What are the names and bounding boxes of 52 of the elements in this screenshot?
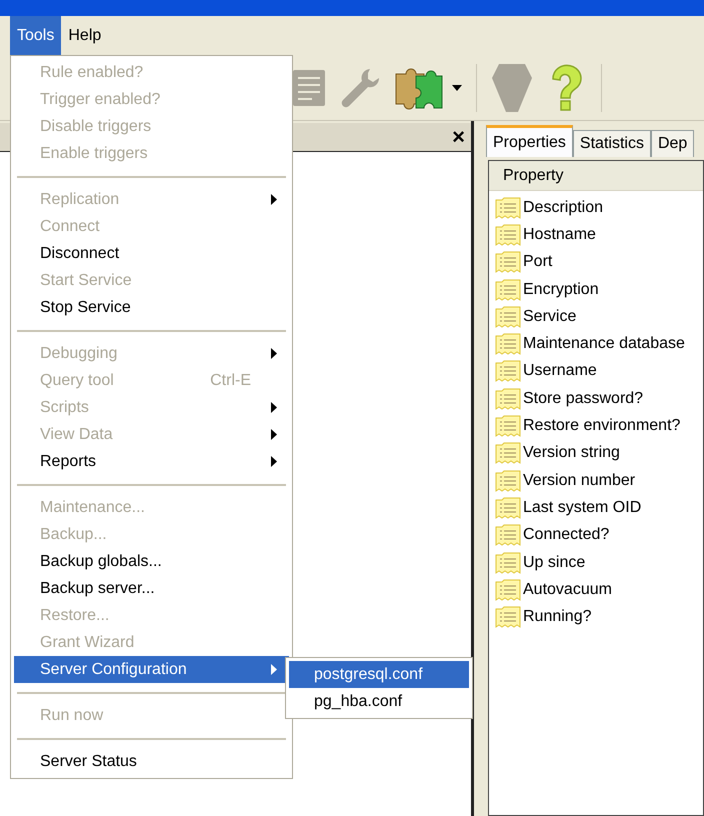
property-name[interactable]: Autovacuum xyxy=(523,578,612,602)
property-icon xyxy=(495,552,521,574)
property-icon xyxy=(495,251,521,274)
menu-item[interactable]: Server Status xyxy=(14,748,289,775)
property-name[interactable]: Hostname xyxy=(523,222,596,247)
dropdown-caret-icon[interactable] xyxy=(452,84,462,90)
property-icon xyxy=(495,470,521,492)
property-icon xyxy=(495,606,521,628)
menu-item[interactable]: Reports xyxy=(14,448,289,475)
document-icon[interactable] xyxy=(292,68,326,108)
property-name[interactable]: Up since xyxy=(523,550,586,574)
close-button[interactable]: × xyxy=(452,126,465,148)
menu-bar-item[interactable]: Tools xyxy=(10,16,62,55)
property-icon xyxy=(495,524,521,546)
tab[interactable]: Dep xyxy=(650,130,694,157)
property-icon xyxy=(495,196,521,219)
submenu-item[interactable]: pg_hba.conf xyxy=(289,688,469,715)
property-icon xyxy=(495,278,521,301)
property-name[interactable]: Running? xyxy=(523,605,592,630)
property-name[interactable]: Last system OID xyxy=(523,496,642,520)
tab[interactable]: Statistics xyxy=(572,130,651,157)
property-name[interactable]: Username xyxy=(523,359,597,384)
property-name[interactable]: Restore environment? xyxy=(523,414,680,438)
property-name[interactable]: Description xyxy=(523,196,604,220)
property-name[interactable]: Store password? xyxy=(523,386,644,411)
menu-item[interactable]: Server Configuration xyxy=(14,656,289,683)
property-icon xyxy=(495,333,521,356)
menu-item[interactable]: Stop Service xyxy=(14,294,289,321)
property-icon xyxy=(495,415,521,438)
property-name[interactable]: Encryption xyxy=(523,278,599,302)
menu-bar-item[interactable]: Help xyxy=(61,16,108,55)
property-icon xyxy=(495,388,521,410)
property-icon xyxy=(495,224,521,246)
menu-item[interactable]: Disconnect xyxy=(14,240,289,267)
property-icon xyxy=(495,360,521,382)
submenu-item[interactable]: postgresql.conf xyxy=(289,661,469,688)
property-name[interactable]: Service xyxy=(523,304,576,329)
tab[interactable]: Properties xyxy=(486,125,573,157)
property-icon xyxy=(495,578,521,601)
property-icon xyxy=(495,496,521,519)
menu-item[interactable]: Backup server... xyxy=(14,575,289,602)
property-name[interactable]: Version string xyxy=(523,441,620,466)
puzzle-icon[interactable] xyxy=(394,66,444,110)
property-icon xyxy=(495,306,521,328)
menu-item[interactable]: Backup globals... xyxy=(14,548,289,575)
property-icon xyxy=(495,442,521,464)
property-name[interactable]: Port xyxy=(523,250,552,274)
column-header[interactable]: Property xyxy=(489,161,703,191)
property-name[interactable]: Version number xyxy=(523,468,636,493)
property-name[interactable]: Maintenance database xyxy=(523,332,685,356)
property-name[interactable]: Connected? xyxy=(523,523,610,548)
wrench-icon[interactable] xyxy=(340,66,380,108)
